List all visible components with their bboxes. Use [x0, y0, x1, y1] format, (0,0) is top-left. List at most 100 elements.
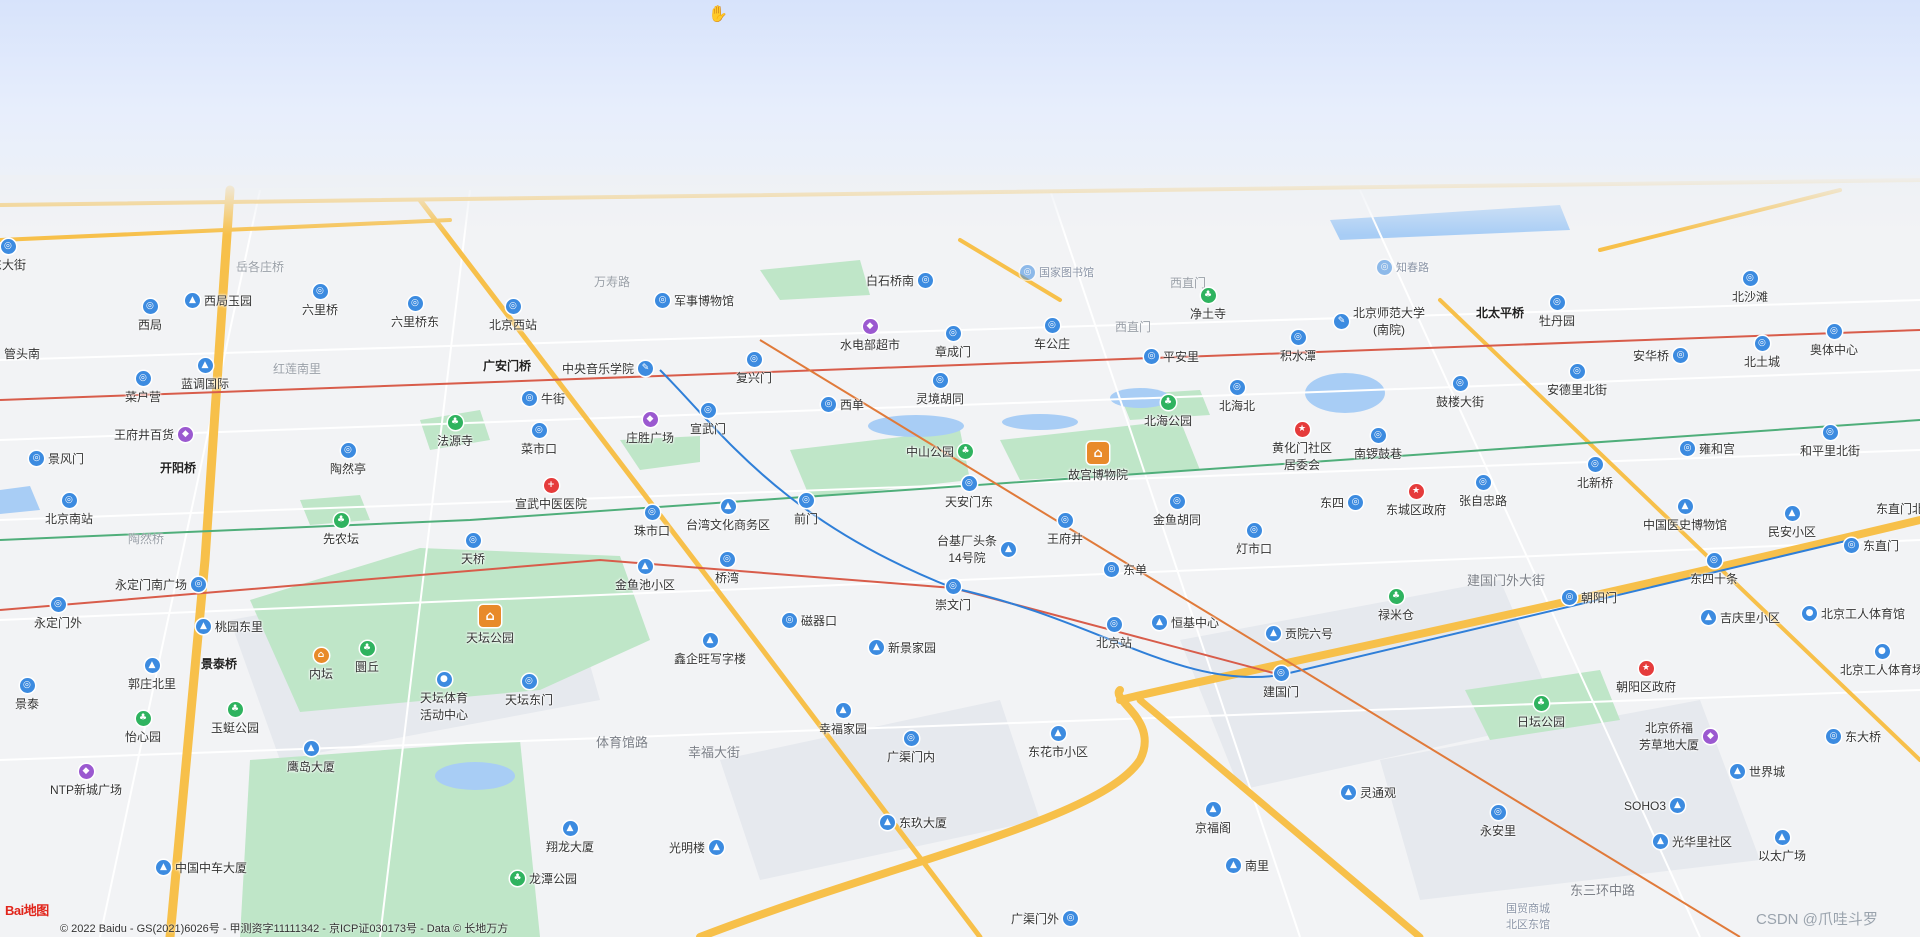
- poi-marker[interactable]: ◎ 南锣鼓巷: [1354, 428, 1402, 462]
- poi-marker[interactable]: + 宣武中医医院: [515, 478, 587, 512]
- poi-marker[interactable]: ◎ 六里桥东: [391, 296, 439, 330]
- poi-marker[interactable]: 开阳桥: [156, 459, 196, 476]
- poi-marker[interactable]: ◎ 知春路: [1377, 259, 1429, 275]
- poi-marker[interactable]: ● 天坛体育 活动中心: [420, 672, 468, 723]
- poi-marker[interactable]: 管头南: [0, 345, 40, 362]
- poi-marker[interactable]: ◎ 复兴门: [736, 352, 772, 386]
- poi-marker[interactable]: ◎ 东四十条: [1690, 553, 1738, 587]
- poi-marker[interactable]: ◎ 鼓楼大街: [1436, 376, 1484, 410]
- poi-marker[interactable]: ◎ 磁器口: [782, 612, 837, 629]
- poi-marker[interactable]: ◎ 朝阳门: [1562, 589, 1617, 606]
- poi-marker[interactable]: ◎ 章成门: [935, 326, 971, 360]
- poi-marker[interactable]: 景泰桥: [197, 655, 237, 672]
- poi-marker[interactable]: ✎ 北京师范大学 (南院): [1334, 304, 1425, 338]
- poi-marker[interactable]: ◎ 桥湾: [715, 552, 739, 586]
- poi-marker[interactable]: ◎ 灵境胡同: [916, 373, 964, 407]
- poi-marker[interactable]: ◎ 北京站: [1096, 617, 1132, 651]
- poi-marker[interactable]: ♣ 北海公园: [1144, 395, 1192, 429]
- poi-marker[interactable]: ♣ 中山公园: [906, 443, 973, 460]
- poi-marker[interactable]: ◎ 白石桥南: [866, 272, 933, 289]
- poi-marker[interactable]: ◎ 永定门外: [34, 597, 82, 631]
- poi-marker[interactable]: ◎ 天桥: [461, 533, 485, 567]
- poi-marker[interactable]: ◎ 西局: [138, 299, 162, 333]
- poi-marker[interactable]: ▲ 鹰岛大厦: [287, 741, 335, 775]
- poi-marker[interactable]: ▲ 中国中车大厦: [156, 859, 247, 876]
- poi-marker[interactable]: ♣ 玉蜓公园: [211, 702, 259, 736]
- poi-marker[interactable]: ♣ 禄米仓: [1378, 589, 1414, 623]
- poi-marker[interactable]: ♣ 怡心园: [125, 711, 161, 745]
- poi-marker[interactable]: ▲ 郭庄北里: [128, 658, 176, 692]
- baidu-map-logo[interactable]: Bai地图: [5, 900, 49, 919]
- map-ground[interactable]: [0, 0, 1920, 937]
- poi-marker[interactable]: ★ 朝阳区政府: [1616, 661, 1676, 695]
- poi-marker[interactable]: ◎ 金鱼胡同: [1153, 494, 1201, 528]
- poi-marker[interactable]: ◎ 奥体中心: [1810, 324, 1858, 358]
- poi-marker[interactable]: ♣ 龙潭公园: [510, 870, 577, 887]
- poi-marker[interactable]: ◎ 景泰: [15, 678, 39, 712]
- poi-marker[interactable]: ◆ 水电部超市: [840, 319, 900, 353]
- poi-marker[interactable]: ▲ 吉庆里小区: [1701, 609, 1780, 626]
- poi-marker[interactable]: ◎ 军事博物馆: [655, 292, 734, 309]
- poi-marker[interactable]: ★ 东城区政府: [1386, 484, 1446, 518]
- poi-marker[interactable]: ▲ 蓝调国际: [181, 358, 229, 392]
- poi-marker[interactable]: ◎ 国家图书馆: [1020, 264, 1094, 280]
- poi-marker[interactable]: ▲ 恒基中心: [1152, 614, 1219, 631]
- poi-marker[interactable]: ◆ 北京侨福 芳草地大厦: [1639, 719, 1718, 753]
- poi-marker[interactable]: ◎ 天安门东: [945, 476, 993, 510]
- poi-marker[interactable]: ◎ 菜户营: [125, 371, 161, 405]
- poi-marker[interactable]: ▲ SOHO3: [1624, 798, 1685, 813]
- poi-marker[interactable]: 国贸商城 北区东馆: [1502, 900, 1550, 932]
- poi-marker[interactable]: ▲ 东玖大厦: [880, 814, 947, 831]
- poi-marker[interactable]: ◎ 永定门南广场: [115, 576, 206, 593]
- poi-marker[interactable]: ⌂ 故宫博物院: [1068, 442, 1128, 483]
- poi-marker[interactable]: ▲ 以太广场: [1758, 830, 1806, 864]
- poi-marker[interactable]: ▲ 南里: [1226, 857, 1269, 874]
- poi-marker[interactable]: ◎ 北海北: [1219, 380, 1255, 414]
- poi-marker[interactable]: ◎ 宣武门: [690, 403, 726, 437]
- poi-marker[interactable]: ◎ 牛街: [522, 390, 565, 407]
- poi-marker[interactable]: 东直门北: [1876, 500, 1920, 517]
- poi-marker[interactable]: ▲ 贡院六号: [1266, 625, 1333, 642]
- poi-marker[interactable]: ◎ 车公庄: [1034, 318, 1070, 352]
- poi-marker[interactable]: 广安门桥: [479, 357, 531, 374]
- poi-marker[interactable]: ▲ 西局玉园: [185, 292, 252, 309]
- map-canvas[interactable]: 岳各庄桥 万寿路 西直门 西直门 红莲南里 陶然桥 幸福大街 体育馆路 建国门外大街 东三环中路 …: [0, 0, 1920, 937]
- poi-marker[interactable]: ● 北京工人体育馆: [1802, 605, 1905, 622]
- poi-marker[interactable]: ◎ 北土城: [1744, 336, 1780, 370]
- poi-marker[interactable]: ▲ 东花市小区: [1028, 726, 1088, 760]
- poi-marker[interactable]: ▲ 光华里社区: [1653, 833, 1732, 850]
- poi-marker[interactable]: ◎ 王府井: [1047, 513, 1083, 547]
- poi-marker[interactable]: ◎ 东大桥: [1826, 728, 1881, 745]
- poi-marker[interactable]: ✎ 中央音乐学院: [562, 360, 653, 377]
- poi-marker[interactable]: ▲ 台湾文化商务区: [686, 499, 770, 533]
- poi-marker[interactable]: ◎ 六里桥: [302, 284, 338, 318]
- poi-marker[interactable]: ▲ 金鱼池小区: [615, 559, 675, 593]
- poi-marker[interactable]: ◎ 西单: [821, 396, 864, 413]
- poi-marker[interactable]: ◎ 东大街: [0, 239, 26, 273]
- poi-marker[interactable]: ◎ 广渠门外: [1011, 910, 1078, 927]
- poi-marker[interactable]: ◎ 张自忠路: [1459, 475, 1507, 509]
- poi-marker[interactable]: ⌂ 天坛公园: [466, 605, 514, 646]
- poi-marker[interactable]: ▲ 灵通观: [1341, 784, 1396, 801]
- poi-marker[interactable]: ◎ 建国门: [1263, 666, 1299, 700]
- poi-marker[interactable]: ◎ 牡丹园: [1539, 295, 1575, 329]
- poi-marker[interactable]: ▲ 幸福家园: [819, 703, 867, 737]
- poi-marker[interactable]: ♣ 法源寺: [437, 415, 473, 449]
- poi-marker[interactable]: ♣ 先农坛: [323, 513, 359, 547]
- poi-marker[interactable]: ◎ 安华桥: [1633, 347, 1688, 364]
- poi-marker[interactable]: ◎ 永安里: [1480, 805, 1516, 839]
- poi-marker[interactable]: ◎ 和平里北街: [1800, 425, 1860, 459]
- poi-marker[interactable]: ◎ 菜市口: [521, 423, 557, 457]
- poi-marker[interactable]: ◎ 北京西站: [489, 299, 537, 333]
- poi-marker[interactable]: ▲ 民安小区: [1768, 506, 1816, 540]
- poi-marker[interactable]: ◆ 庄胜广场: [626, 412, 674, 446]
- poi-marker[interactable]: ◎ 前门: [794, 493, 818, 527]
- poi-marker[interactable]: ◎ 积水潭: [1280, 330, 1316, 364]
- poi-marker[interactable]: ◎ 天坛东门: [505, 674, 553, 708]
- poi-marker[interactable]: ◎ 东直门: [1844, 537, 1899, 554]
- poi-marker[interactable]: ◎ 景风门: [29, 450, 84, 467]
- poi-marker[interactable]: ◎ 平安里: [1144, 348, 1199, 365]
- poi-marker[interactable]: ◎ 北沙滩: [1732, 271, 1768, 305]
- poi-marker[interactable]: ▲ 桃园东里: [196, 618, 263, 635]
- poi-marker[interactable]: ▲ 世界城: [1730, 763, 1785, 780]
